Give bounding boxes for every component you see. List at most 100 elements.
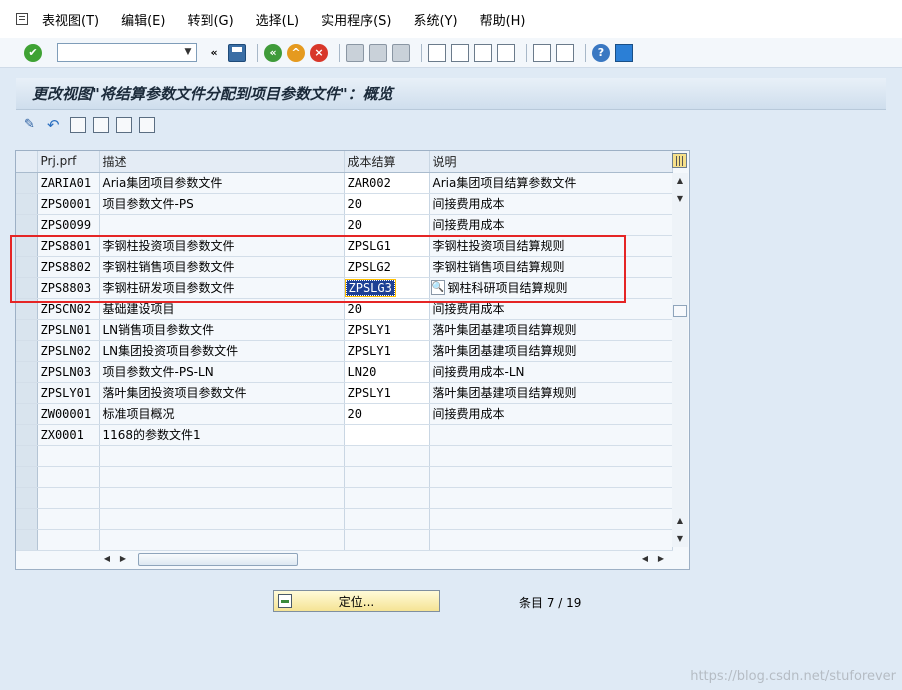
cell-note: 李钢柱投资项目结算规则 (429, 235, 673, 257)
cost-settlement-input[interactable]: ZPSLY1 (344, 382, 430, 404)
find-icon[interactable] (369, 43, 387, 62)
cost-settlement-input[interactable]: ZPSLY1 (344, 340, 430, 362)
menu-table-view[interactable]: 表视图(T) (42, 10, 99, 29)
menu-selection[interactable]: 选择(L) (256, 10, 299, 29)
row-selector[interactable] (16, 466, 38, 488)
cost-settlement-input[interactable]: LN20 (344, 361, 430, 383)
menu-goto[interactable]: 转到(G) (187, 10, 233, 29)
scroll-right-icon[interactable]: ▶ (654, 551, 668, 567)
delete-icon[interactable] (116, 117, 132, 133)
scroll-down-icon[interactable]: ▼ (672, 191, 688, 207)
select-all-icon[interactable] (139, 117, 155, 133)
page-title: 更改视图"将结算参数文件分配到项目参数文件"：概览 (16, 78, 886, 110)
exit-icon[interactable]: ^ (287, 43, 305, 62)
row-selector[interactable] (16, 382, 38, 404)
cost-settlement-input[interactable]: 20 (344, 298, 430, 320)
cancel-icon[interactable]: × (310, 43, 328, 62)
display-change-icon[interactable]: ✎ (24, 117, 40, 133)
next-page-icon[interactable] (474, 43, 492, 62)
column-settings-icon[interactable] (672, 153, 687, 168)
shortcut-icon[interactable] (556, 43, 574, 62)
scroll-down-icon[interactable]: ▼ (672, 531, 688, 547)
row-selector[interactable] (16, 256, 38, 278)
menu-edit[interactable]: 编辑(E) (121, 10, 165, 29)
enter-check-icon[interactable]: ✔ (24, 43, 42, 62)
column-header-note[interactable]: 说明 (429, 151, 673, 173)
menu-bar: 表视图(T) 编辑(E) 转到(G) 选择(L) 实用程序(S) 系统(Y) 帮… (0, 0, 902, 38)
back-icon[interactable]: « (264, 43, 282, 62)
cell-prj-prf: ZX0001 (37, 424, 100, 446)
focused-value[interactable]: ZPSLG3 (344, 278, 396, 297)
new-session-icon[interactable] (533, 43, 551, 62)
cell-prj-prf: ZPSLN01 (37, 319, 100, 341)
scroll-left-icon[interactable]: ◀ (638, 551, 652, 567)
cell-note-text: 钢柱科研项目结算规则 (447, 281, 568, 295)
cost-settlement-input[interactable]: 20 (344, 403, 430, 425)
scroll-up-icon[interactable]: ▲ (672, 173, 688, 189)
toolbar-separator (526, 43, 527, 62)
column-header-prj-prf[interactable]: Prj.prf (37, 151, 100, 173)
last-page-icon[interactable] (497, 43, 515, 62)
row-selector[interactable] (16, 340, 38, 362)
cost-settlement-input[interactable]: 20 (344, 214, 430, 236)
layout-menu-icon[interactable] (615, 43, 633, 62)
row-selector[interactable] (16, 529, 38, 551)
cell-note: 李钢柱销售项目结算规则 (429, 256, 673, 278)
scroll-right-icon[interactable]: ▶ (116, 551, 130, 567)
scroll-up-icon[interactable]: ▲ (672, 513, 688, 529)
row-selector[interactable] (16, 193, 38, 215)
copy-as-icon[interactable] (93, 117, 109, 133)
row-selector[interactable] (16, 298, 38, 320)
table-row: ZPSLN02 LN集团投资项目参数文件 ZPSLY1 落叶集团基建项目结算规则 (16, 340, 673, 362)
cost-settlement-input[interactable]: ZPSLG2 (344, 256, 430, 278)
cost-settlement-input[interactable]: ZPSLY1 (344, 319, 430, 341)
row-selector[interactable] (16, 172, 38, 194)
row-selector[interactable] (16, 445, 38, 467)
cell-note (429, 424, 673, 446)
help-icon[interactable]: ? (592, 43, 610, 62)
vertical-scroll-thumb[interactable] (673, 305, 687, 317)
row-selector[interactable] (16, 214, 38, 236)
find-next-icon[interactable] (392, 43, 410, 62)
cost-settlement-input[interactable]: 20 (344, 193, 430, 215)
menu-system[interactable]: 系统(Y) (413, 10, 457, 29)
row-selector[interactable] (16, 277, 38, 299)
cell-note: 间接费用成本 (429, 298, 673, 320)
row-selector[interactable] (16, 403, 38, 425)
menu-utilities[interactable]: 实用程序(S) (321, 10, 391, 29)
column-header-description[interactable]: 描述 (99, 151, 345, 173)
vertical-scrollbar[interactable]: ▲ ▼ ▲ ▼ (672, 173, 688, 547)
system-menu-icon[interactable] (14, 12, 30, 26)
row-selector-header[interactable] (16, 151, 38, 173)
search-help-icon[interactable]: 🔍 (430, 279, 445, 295)
cost-settlement-input-focused[interactable]: ZPSLG3 (344, 277, 430, 299)
position-button[interactable]: 定位... (273, 590, 440, 612)
new-entries-icon[interactable] (70, 117, 86, 133)
row-selector[interactable] (16, 487, 38, 509)
collapse-toolbar-icon[interactable]: « (205, 44, 223, 62)
command-field[interactable]: ▼ (57, 43, 197, 62)
cost-settlement-input[interactable] (344, 424, 430, 446)
cell-prj-prf: ZPSLN03 (37, 361, 100, 383)
row-selector[interactable] (16, 424, 38, 446)
first-page-icon[interactable] (428, 43, 446, 62)
chevron-down-icon[interactable]: ▼ (180, 44, 196, 61)
save-icon[interactable] (228, 43, 246, 62)
empty-row (16, 466, 673, 488)
cell-note: 🔍 钢柱科研项目结算规则 (429, 277, 673, 299)
horizontal-scroll-thumb[interactable] (138, 553, 298, 566)
cell-description (99, 214, 345, 236)
row-selector[interactable] (16, 361, 38, 383)
undo-icon[interactable]: ↶ (47, 117, 63, 133)
row-selector[interactable] (16, 235, 38, 257)
previous-page-icon[interactable] (451, 43, 469, 62)
row-selector[interactable] (16, 508, 38, 530)
menu-help[interactable]: 帮助(H) (480, 10, 526, 29)
cost-settlement-input[interactable]: ZAR002 (344, 172, 430, 194)
row-selector[interactable] (16, 319, 38, 341)
cost-settlement-input[interactable]: ZPSLG1 (344, 235, 430, 257)
scroll-left-icon[interactable]: ◀ (100, 551, 114, 567)
print-icon[interactable] (346, 43, 364, 62)
horizontal-scrollbar[interactable]: ◀ ▶ ◀ ▶ (100, 551, 670, 567)
column-header-cost-settlement[interactable]: 成本结算 (344, 151, 430, 173)
